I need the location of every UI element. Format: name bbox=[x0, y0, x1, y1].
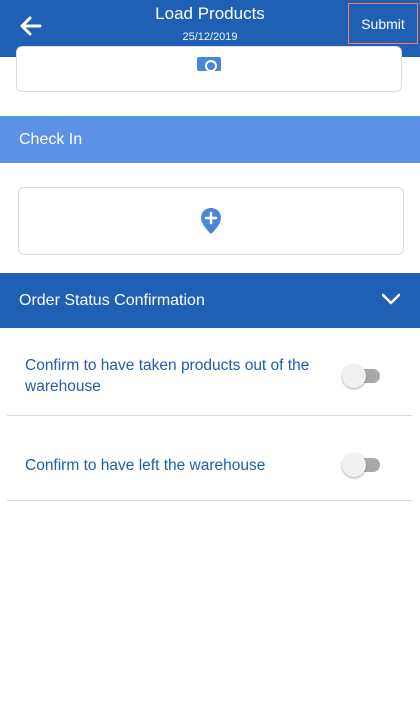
toggle-knob bbox=[342, 453, 366, 477]
submit-button[interactable]: Submit bbox=[348, 3, 418, 44]
confirm-left-warehouse-toggle[interactable] bbox=[342, 453, 380, 477]
chevron-down-icon[interactable] bbox=[381, 292, 401, 306]
confirm-products-out-toggle[interactable] bbox=[342, 364, 380, 388]
order-status-section-header[interactable]: Order Status Confirmation bbox=[0, 273, 420, 328]
divider bbox=[7, 500, 412, 501]
confirm-left-warehouse-label: Confirm to have left the warehouse bbox=[25, 457, 266, 474]
divider bbox=[7, 415, 412, 416]
confirm-products-out-label: Confirm to have taken products out of th… bbox=[25, 357, 310, 395]
location-pin-icon[interactable] bbox=[200, 207, 222, 235]
check-in-section-header: Check In bbox=[0, 116, 420, 163]
order-status-label: Order Status Confirmation bbox=[19, 291, 205, 309]
camera-icon[interactable] bbox=[197, 57, 221, 72]
toggle-knob bbox=[342, 364, 366, 388]
check-in-label: Check In bbox=[19, 130, 83, 148]
